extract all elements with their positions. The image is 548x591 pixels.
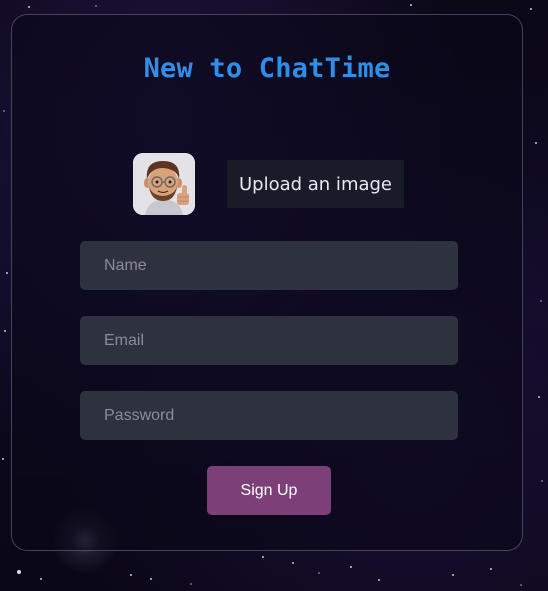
name-input[interactable] (80, 241, 458, 290)
star (2, 458, 4, 460)
star (540, 300, 542, 302)
star (350, 566, 352, 568)
star (541, 480, 543, 482)
star (4, 330, 6, 332)
star (490, 568, 492, 570)
star (130, 574, 132, 576)
password-input[interactable] (80, 391, 458, 440)
star (17, 570, 21, 574)
star (95, 5, 97, 7)
star (530, 8, 532, 10)
memoji-thumbs-up-icon (133, 153, 195, 215)
page-title: New to ChatTime (143, 53, 391, 84)
upload-image-button[interactable]: Upload an image (227, 160, 404, 208)
star (190, 583, 192, 585)
star (452, 574, 454, 576)
star (6, 272, 8, 274)
star (520, 584, 522, 586)
star (3, 110, 5, 112)
star (410, 4, 412, 6)
star (292, 562, 294, 564)
sign-up-button[interactable]: Sign Up (207, 466, 331, 515)
star (378, 579, 380, 581)
email-input[interactable] (80, 316, 458, 365)
star (538, 396, 540, 398)
star (40, 578, 42, 580)
signup-card: New to ChatTime Upload an image Name Ema… (11, 14, 523, 551)
star (262, 556, 264, 558)
star (535, 142, 537, 144)
star (150, 578, 152, 580)
star (28, 6, 30, 8)
star (318, 572, 320, 574)
avatar[interactable] (133, 153, 195, 215)
